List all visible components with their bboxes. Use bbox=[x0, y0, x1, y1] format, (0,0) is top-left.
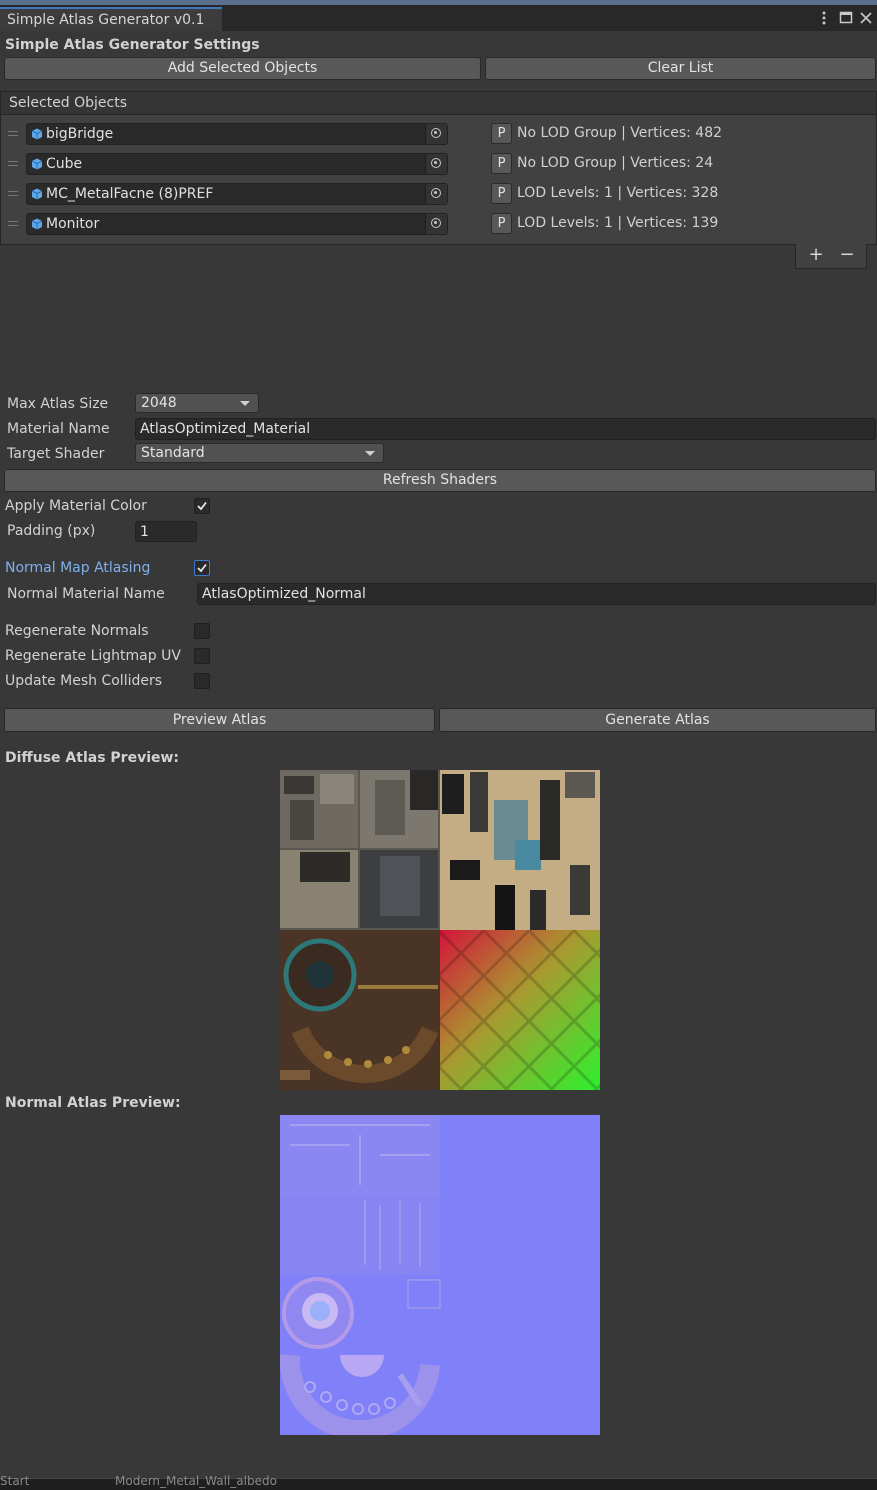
diffuse-atlas-preview-label: Diffuse Atlas Preview: bbox=[5, 750, 180, 766]
clear-list-button[interactable]: Clear List bbox=[485, 57, 876, 80]
add-item-button[interactable]: + bbox=[801, 244, 831, 268]
object-name: Cube bbox=[46, 156, 83, 172]
normal-atlas-preview-image bbox=[280, 1115, 600, 1435]
kebab-menu-icon[interactable] bbox=[815, 9, 833, 27]
update-mesh-colliders-label: Update Mesh Colliders bbox=[5, 673, 163, 689]
object-info: No LOD Group | Vertices: 482 bbox=[517, 125, 723, 141]
max-atlas-size-label: Max Atlas Size bbox=[7, 396, 109, 412]
p-button[interactable]: P bbox=[491, 153, 512, 174]
drag-handle-icon[interactable] bbox=[8, 131, 18, 136]
prefab-cube-icon bbox=[31, 218, 43, 230]
apply-material-color-checkbox[interactable] bbox=[194, 498, 210, 514]
prefab-cube-icon bbox=[31, 158, 43, 170]
checkmark-icon bbox=[197, 563, 207, 573]
p-button[interactable]: P bbox=[491, 123, 512, 144]
object-name: bigBridge bbox=[46, 126, 114, 142]
object-picker-button[interactable] bbox=[425, 184, 447, 204]
normal-atlas-preview-label: Normal Atlas Preview: bbox=[5, 1095, 181, 1111]
regenerate-lightmap-uv-label: Regenerate Lightmap UV bbox=[5, 648, 181, 664]
maximize-icon[interactable] bbox=[837, 9, 855, 27]
chevron-down-icon bbox=[240, 401, 250, 406]
regenerate-lightmap-uv-checkbox[interactable] bbox=[194, 648, 210, 664]
target-shader-label: Target Shader bbox=[7, 446, 105, 462]
prefab-cube-icon bbox=[31, 128, 43, 140]
object-info: LOD Levels: 1 | Vertices: 328 bbox=[517, 185, 719, 201]
preview-atlas-button[interactable]: Preview Atlas bbox=[4, 708, 435, 732]
list-add-remove-footer: + − bbox=[795, 244, 867, 269]
p-button[interactable]: P bbox=[491, 183, 512, 204]
regenerate-normals-checkbox[interactable] bbox=[194, 623, 210, 639]
padding-field[interactable]: 1 bbox=[135, 521, 197, 542]
object-picker-button[interactable] bbox=[425, 154, 447, 174]
settings-title: Simple Atlas Generator Settings bbox=[5, 37, 260, 53]
target-shader-value: Standard bbox=[141, 445, 205, 461]
regenerate-normals-label: Regenerate Normals bbox=[5, 623, 149, 639]
object-name: Monitor bbox=[46, 216, 100, 232]
object-info: No LOD Group | Vertices: 24 bbox=[517, 155, 714, 171]
generate-atlas-button[interactable]: Generate Atlas bbox=[439, 708, 876, 732]
normal-material-name-label: Normal Material Name bbox=[7, 586, 165, 602]
material-name-field[interactable]: AtlasOptimized_Material bbox=[135, 418, 876, 440]
selected-objects-header: Selected Objects bbox=[0, 91, 877, 115]
object-info: LOD Levels: 1 | Vertices: 139 bbox=[517, 215, 719, 231]
update-mesh-colliders-checkbox[interactable] bbox=[194, 673, 210, 689]
target-icon bbox=[431, 188, 441, 198]
padding-label: Padding (px) bbox=[7, 523, 96, 539]
max-atlas-size-value: 2048 bbox=[141, 395, 177, 411]
close-icon[interactable] bbox=[857, 9, 875, 27]
status-middle-text: Modern_Metal_Wall_albedo bbox=[115, 1474, 277, 1488]
object-field-bigbridge[interactable]: bigBridge bbox=[26, 123, 448, 145]
remove-item-button[interactable]: − bbox=[832, 244, 862, 268]
drag-handle-icon[interactable] bbox=[8, 221, 18, 226]
target-icon bbox=[431, 218, 441, 228]
object-name: MC_MetalFacne (8)PREF bbox=[46, 186, 214, 202]
target-icon bbox=[431, 158, 441, 168]
normal-material-name-field[interactable]: AtlasOptimized_Normal bbox=[197, 583, 876, 605]
object-picker-button[interactable] bbox=[425, 124, 447, 144]
diffuse-atlas-preview-image bbox=[280, 770, 600, 1090]
target-shader-dropdown[interactable]: Standard bbox=[135, 443, 384, 463]
window-tab[interactable]: Simple Atlas Generator v0.1 bbox=[0, 7, 222, 31]
object-field-cube[interactable]: Cube bbox=[26, 153, 448, 175]
p-button[interactable]: P bbox=[491, 213, 512, 234]
drag-handle-icon[interactable] bbox=[8, 161, 18, 166]
apply-material-color-label: Apply Material Color bbox=[5, 498, 147, 514]
checkmark-icon bbox=[197, 501, 207, 511]
drag-handle-icon[interactable] bbox=[8, 191, 18, 196]
prefab-cube-icon bbox=[31, 188, 43, 200]
object-picker-button[interactable] bbox=[425, 214, 447, 234]
material-name-label: Material Name bbox=[7, 421, 110, 437]
object-field-metalfence[interactable]: MC_MetalFacne (8)PREF bbox=[26, 183, 448, 205]
target-icon bbox=[431, 128, 441, 138]
refresh-shaders-button[interactable]: Refresh Shaders bbox=[4, 469, 876, 492]
normal-map-atlasing-checkbox[interactable] bbox=[194, 560, 210, 576]
object-field-monitor[interactable]: Monitor bbox=[26, 213, 448, 235]
normal-map-atlasing-label: Normal Map Atlasing bbox=[5, 560, 151, 576]
status-start-text: Start bbox=[0, 1474, 30, 1488]
max-atlas-size-dropdown[interactable]: 2048 bbox=[135, 393, 259, 413]
add-selected-objects-button[interactable]: Add Selected Objects bbox=[4, 57, 481, 80]
chevron-down-icon bbox=[365, 451, 375, 456]
